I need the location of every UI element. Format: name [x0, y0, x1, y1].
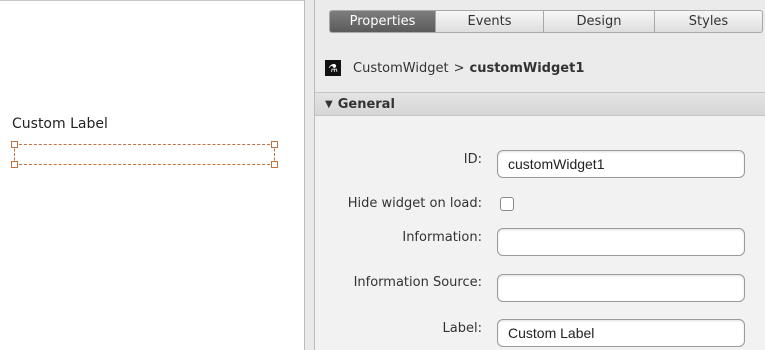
- section-body-general: ID: customWidget1 Hide widget on load: I…: [315, 116, 765, 350]
- hide-widget-checkbox[interactable]: [500, 197, 514, 211]
- breadcrumb-widget-id: customWidget1: [469, 60, 585, 76]
- label-label: Label:: [442, 321, 482, 336]
- tab-styles[interactable]: Styles: [655, 11, 762, 32]
- label-field[interactable]: Custom Label: [497, 319, 745, 347]
- id-label: ID:: [463, 152, 482, 167]
- breadcrumb-widget-type: CustomWidget: [353, 60, 449, 76]
- widget-selection-box[interactable]: [11, 141, 278, 168]
- resize-handle-top-right[interactable]: [271, 141, 278, 148]
- properties-panel: Properties Events Design Styles ⚗ Custom…: [315, 0, 765, 350]
- design-canvas[interactable]: Custom Label: [0, 0, 304, 350]
- flask-icon: ⚗: [325, 60, 341, 76]
- resize-handle-top-left[interactable]: [11, 141, 18, 148]
- breadcrumb-separator: >: [453, 60, 465, 76]
- section-title: General: [337, 96, 395, 112]
- information-label: Information:: [402, 230, 482, 245]
- resize-handle-bottom-right[interactable]: [271, 161, 278, 168]
- panel-splitter[interactable]: [304, 0, 315, 350]
- tab-design[interactable]: Design: [544, 11, 655, 32]
- id-field[interactable]: customWidget1: [497, 150, 745, 178]
- resize-handle-bottom-left[interactable]: [11, 161, 18, 168]
- tab-events[interactable]: Events: [436, 11, 544, 32]
- hide-widget-label: Hide widget on load:: [347, 196, 482, 211]
- section-header-general[interactable]: ▼ General: [315, 92, 765, 116]
- information-source-field[interactable]: [497, 274, 745, 302]
- information-field[interactable]: [497, 228, 745, 256]
- custom-label-text[interactable]: Custom Label: [12, 116, 108, 132]
- breadcrumb: ⚗ CustomWidget > customWidget1: [315, 56, 765, 80]
- triangle-down-icon[interactable]: ▼: [325, 99, 333, 110]
- tab-properties[interactable]: Properties: [330, 11, 436, 32]
- information-source-label: Information Source:: [353, 275, 482, 290]
- panel-tabs: Properties Events Design Styles: [329, 10, 763, 33]
